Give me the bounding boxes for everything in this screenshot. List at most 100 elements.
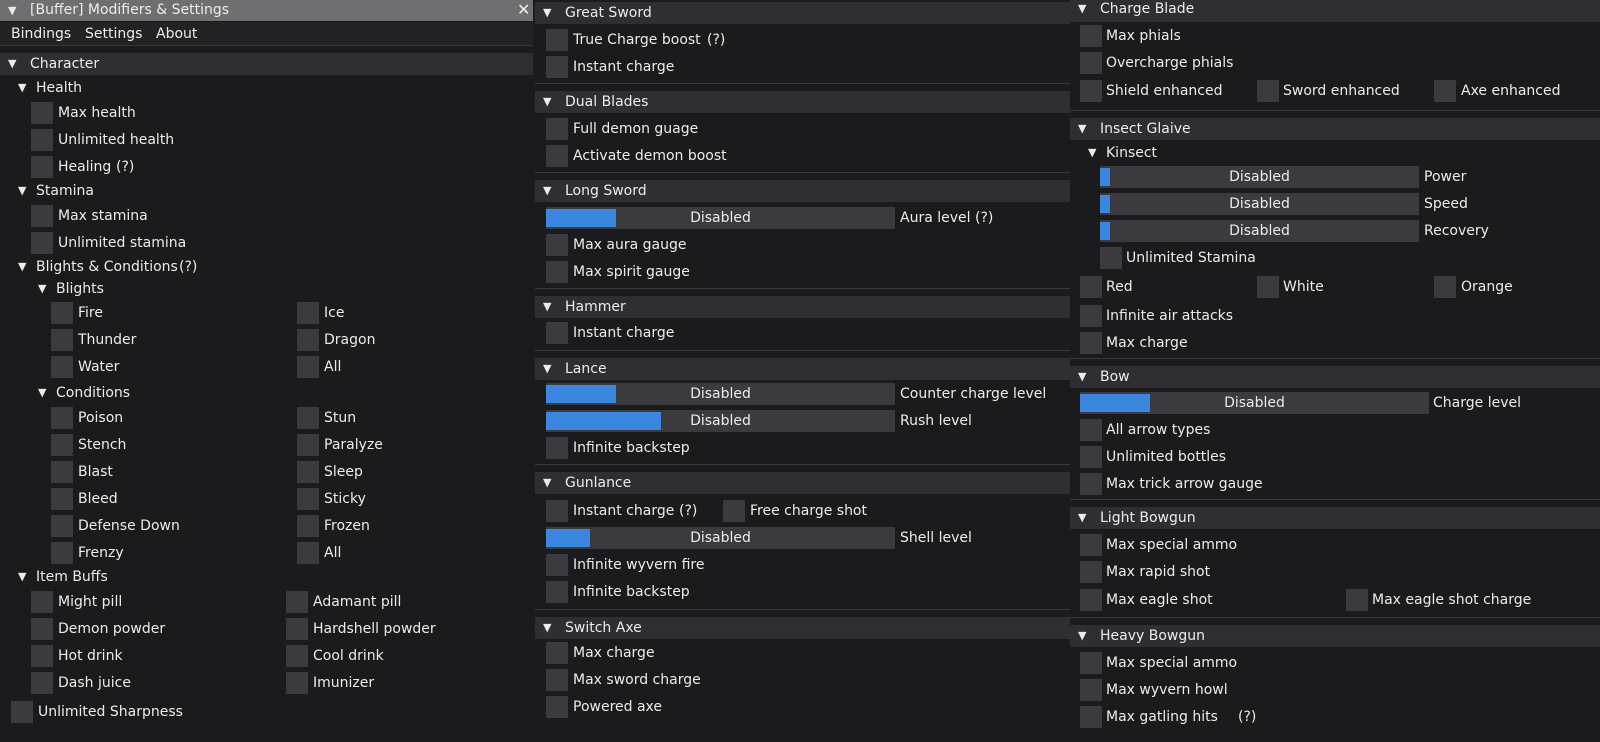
max-eagle-shot-charge-checkbox[interactable] (1346, 589, 1368, 611)
chevron-down-icon[interactable]: ▼ (543, 619, 551, 637)
max-rapid-shot-checkbox[interactable] (1080, 561, 1102, 583)
aura-level-slider[interactable]: Disabled (546, 207, 895, 229)
chevron-down-icon[interactable]: ▼ (38, 384, 46, 402)
unlimited-stamina-checkbox[interactable] (31, 232, 53, 254)
great-sword-title[interactable]: Great Sword (565, 4, 652, 22)
max-spirit-gauge-checkbox[interactable] (546, 261, 568, 283)
cool-drink-checkbox[interactable] (286, 645, 308, 667)
true-charge-boost-checkbox[interactable] (546, 29, 568, 51)
overcharge-phials-checkbox[interactable] (1080, 52, 1102, 74)
help-marker[interactable]: (?) (707, 31, 725, 49)
kinsect-power-slider[interactable]: Disabled (1100, 166, 1419, 188)
adamant-pill-checkbox[interactable] (286, 591, 308, 613)
condition-paralyze-checkbox[interactable] (297, 434, 319, 456)
help-marker[interactable]: (?) (179, 258, 197, 276)
blight-water-checkbox[interactable] (51, 356, 73, 378)
hammer-title[interactable]: Hammer (565, 298, 626, 316)
help-marker[interactable]: (?) (975, 209, 993, 227)
chevron-down-icon[interactable]: ▼ (1078, 368, 1086, 386)
blight-ice-checkbox[interactable] (297, 302, 319, 324)
hbg-max-special-ammo-checkbox[interactable] (1080, 652, 1102, 674)
dash-juice-checkbox[interactable] (31, 672, 53, 694)
condition-stench-checkbox[interactable] (51, 434, 73, 456)
conditions-title[interactable]: Conditions (56, 384, 130, 402)
help-marker[interactable]: (?) (116, 158, 134, 176)
chevron-down-icon[interactable]: ▼ (543, 298, 551, 316)
chevron-down-icon[interactable]: ▼ (8, 55, 16, 73)
shell-level-slider[interactable]: Disabled (546, 527, 895, 549)
max-aura-gauge-checkbox[interactable] (546, 234, 568, 256)
blight-thunder-checkbox[interactable] (51, 329, 73, 351)
chevron-down-icon[interactable]: ▼ (18, 258, 26, 276)
activate-demon-boost-checkbox[interactable] (546, 145, 568, 167)
max-wyvern-howl-checkbox[interactable] (1080, 679, 1102, 701)
condition-bleed-checkbox[interactable] (51, 488, 73, 510)
heavy-bowgun-title[interactable]: Heavy Bowgun (1100, 627, 1205, 645)
condition-sleep-checkbox[interactable] (297, 461, 319, 483)
max-trick-arrow-gauge-checkbox[interactable] (1080, 473, 1102, 495)
menu-settings[interactable]: Settings (85, 25, 142, 43)
chevron-down-icon[interactable]: ▼ (543, 182, 551, 200)
sword-enhanced-checkbox[interactable] (1257, 80, 1279, 102)
menu-bindings[interactable]: Bindings (11, 25, 71, 43)
rush-level-slider[interactable]: Disabled (546, 410, 895, 432)
gunlance-infinite-backstep-checkbox[interactable] (546, 581, 568, 603)
help-marker[interactable]: (?) (1238, 708, 1256, 726)
lance-infinite-backstep-checkbox[interactable] (546, 437, 568, 459)
condition-stun-checkbox[interactable] (297, 407, 319, 429)
imunizer-checkbox[interactable] (286, 672, 308, 694)
hardshell-powder-checkbox[interactable] (286, 618, 308, 640)
blights-title[interactable]: Blights (56, 280, 104, 298)
bow-charge-level-slider[interactable]: Disabled (1080, 392, 1429, 414)
condition-all-checkbox[interactable] (297, 542, 319, 564)
close-icon[interactable]: ✕ (517, 1, 530, 19)
might-pill-checkbox[interactable] (31, 591, 53, 613)
powered-axe-checkbox[interactable] (546, 696, 568, 718)
chevron-down-icon[interactable]: ▼ (18, 568, 26, 586)
condition-frozen-checkbox[interactable] (297, 515, 319, 537)
chevron-down-icon[interactable]: ▼ (1088, 144, 1096, 162)
chevron-down-icon[interactable]: ▼ (543, 93, 551, 111)
blight-fire-checkbox[interactable] (51, 302, 73, 324)
lance-title[interactable]: Lance (565, 360, 607, 378)
collapse-window-icon[interactable]: ▼ (8, 2, 16, 20)
chevron-down-icon[interactable]: ▼ (1078, 627, 1086, 645)
blight-all-checkbox[interactable] (297, 356, 319, 378)
healing-checkbox[interactable] (31, 156, 53, 178)
kinsect-recovery-slider[interactable]: Disabled (1100, 220, 1419, 242)
unlimited-sharpness-checkbox[interactable] (11, 701, 33, 723)
demon-powder-checkbox[interactable] (31, 618, 53, 640)
sa-max-charge-checkbox[interactable] (546, 642, 568, 664)
free-charge-shot-checkbox[interactable] (723, 500, 745, 522)
max-sword-charge-checkbox[interactable] (546, 669, 568, 691)
chevron-down-icon[interactable]: ▼ (18, 79, 26, 97)
condition-poison-checkbox[interactable] (51, 407, 73, 429)
kinsect-title[interactable]: Kinsect (1106, 144, 1157, 162)
chevron-down-icon[interactable]: ▼ (18, 182, 26, 200)
extract-red-checkbox[interactable] (1080, 276, 1102, 298)
menu-about[interactable]: About (156, 25, 197, 43)
switch-axe-title[interactable]: Switch Axe (565, 619, 642, 637)
infinite-air-attacks-checkbox[interactable] (1080, 305, 1102, 327)
ig-max-charge-checkbox[interactable] (1080, 332, 1102, 354)
insect-glaive-title[interactable]: Insect Glaive (1100, 120, 1191, 138)
extract-orange-checkbox[interactable] (1434, 276, 1456, 298)
shield-enhanced-checkbox[interactable] (1080, 80, 1102, 102)
max-gatling-hits-checkbox[interactable] (1080, 706, 1102, 728)
counter-charge-level-slider[interactable]: Disabled (546, 383, 895, 405)
infinite-wyvern-fire-checkbox[interactable] (546, 554, 568, 576)
full-demon-gauge-checkbox[interactable] (546, 118, 568, 140)
chevron-down-icon[interactable]: ▼ (543, 4, 551, 22)
gunlance-title[interactable]: Gunlance (565, 474, 631, 492)
long-sword-title[interactable]: Long Sword (565, 182, 647, 200)
lbg-max-special-ammo-checkbox[interactable] (1080, 534, 1102, 556)
dual-blades-title[interactable]: Dual Blades (565, 93, 648, 111)
unlimited-bottles-checkbox[interactable] (1080, 446, 1102, 468)
lance-header[interactable] (535, 358, 1070, 380)
max-phials-checkbox[interactable] (1080, 25, 1102, 47)
blight-dragon-checkbox[interactable] (297, 329, 319, 351)
light-bowgun-title[interactable]: Light Bowgun (1100, 509, 1196, 527)
max-eagle-shot-checkbox[interactable] (1080, 589, 1102, 611)
axe-enhanced-checkbox[interactable] (1434, 80, 1456, 102)
chevron-down-icon[interactable]: ▼ (543, 474, 551, 492)
